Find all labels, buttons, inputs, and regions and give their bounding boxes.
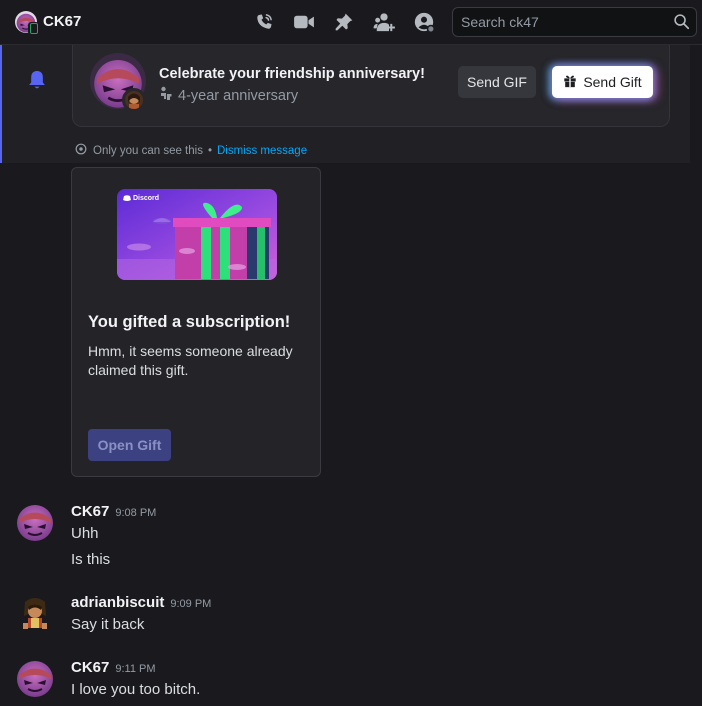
gift-illustration: Discord [117, 189, 277, 280]
brand-label: Discord [133, 195, 159, 202]
send-gift-label: Send Gift [583, 74, 642, 90]
avatar[interactable] [15, 502, 55, 542]
search-icon[interactable] [673, 13, 690, 35]
open-gift-button[interactable]: Open Gift [88, 429, 171, 461]
voice-call-icon[interactable] [253, 11, 275, 33]
dismiss-message-link[interactable]: Dismiss message [217, 145, 307, 157]
gift-description: Hmm, it seems someone already claimed th… [88, 343, 293, 378]
bell-icon [27, 69, 47, 96]
friendship-icon [159, 86, 173, 105]
message-text: I love you too bitch. [71, 681, 201, 698]
message-author[interactable]: CK67 [71, 503, 109, 520]
ephemeral-notice: Only you can see this • Dismiss message [74, 143, 307, 158]
page-title: CK67 [43, 13, 82, 30]
send-gift-button[interactable]: Send Gift [552, 66, 653, 98]
anniversary-subtitle: 4-year anniversary [159, 86, 298, 105]
system-message: Celebrate your friendship anniversary! 4… [0, 45, 690, 163]
message-text: Uhh [71, 525, 99, 542]
message-header: CK67 9:11 PM [71, 659, 156, 676]
separator: • [207, 144, 212, 157]
pinned-messages-icon[interactable] [333, 11, 355, 33]
anniversary-title: Celebrate your friendship anniversary! [159, 66, 425, 82]
message-timestamp: 9:09 PM [170, 598, 212, 610]
friend-avatar [122, 88, 146, 112]
anniversary-subtitle-text: 4-year anniversary [178, 87, 299, 104]
gift-icon [563, 74, 577, 91]
eye-icon [74, 143, 88, 158]
send-gif-button[interactable]: Send GIF [458, 66, 536, 98]
channel-header: CK67 [0, 0, 702, 45]
avatar[interactable] [15, 594, 55, 634]
anniversary-card: Celebrate your friendship anniversary! 4… [72, 45, 670, 127]
message-timestamp: 9:11 PM [115, 663, 156, 675]
message-header: adrianbiscuit 9:09 PM [71, 594, 211, 611]
mobile-status-icon [28, 22, 39, 35]
message-text: Say it back [71, 616, 145, 633]
gift-embed: Discord You gifted a subscription! Hmm, … [71, 167, 321, 477]
gift-title: You gifted a subscription! [88, 313, 291, 331]
message-text: Is this [71, 551, 111, 568]
search-input[interactable] [461, 14, 661, 30]
avatar[interactable] [15, 658, 55, 698]
video-call-icon[interactable] [293, 11, 315, 33]
message-author[interactable]: adrianbiscuit [71, 594, 164, 611]
search-box[interactable] [452, 7, 697, 37]
message-author[interactable]: CK67 [71, 659, 109, 676]
user-profile-icon[interactable] [413, 11, 435, 33]
only-you-text: Only you can see this [93, 144, 203, 157]
add-friends-icon[interactable] [373, 11, 395, 33]
message-header: CK67 9:08 PM [71, 503, 156, 520]
message-timestamp: 9:08 PM [115, 507, 157, 519]
